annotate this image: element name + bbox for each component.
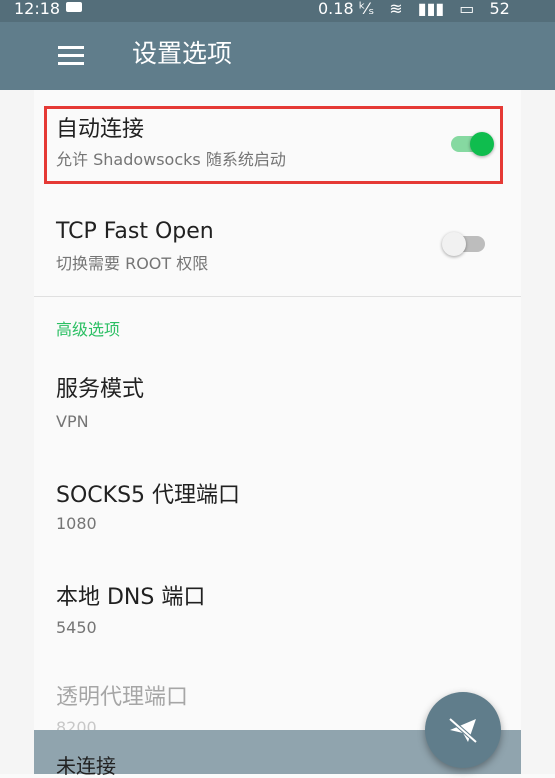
divider bbox=[34, 296, 521, 297]
pref-tcp-fast-open[interactable]: TCP Fast Open 切换需要 ROOT 权限 bbox=[34, 210, 521, 284]
pref-value: 5450 bbox=[56, 618, 97, 637]
net-speed: 0.18 ᵏ⁄ₛ bbox=[318, 0, 375, 18]
wifi-icon: ≋ bbox=[389, 0, 403, 18]
pref-title: 透明代理端口 bbox=[56, 685, 189, 710]
status-right: 0.18 ᵏ⁄ₛ ≋ ▮▮▮ ▭ 52 bbox=[318, 0, 520, 18]
pref-service-mode[interactable]: 服务模式 VPN bbox=[34, 372, 521, 448]
category-advanced: 高级选项 bbox=[56, 320, 121, 339]
pref-title: 本地 DNS 端口 bbox=[56, 585, 206, 610]
pref-title: 服务模式 bbox=[56, 377, 145, 402]
status-time: 12:18 bbox=[14, 0, 61, 18]
pref-local-dns-port[interactable]: 本地 DNS 端口 5450 bbox=[34, 582, 521, 658]
paper-plane-off-icon bbox=[448, 717, 478, 744]
pref-value: VPN bbox=[56, 412, 89, 431]
pref-summary: 切换需要 ROOT 权限 bbox=[56, 254, 209, 273]
app-bar: 设置选项 bbox=[0, 22, 555, 90]
signal-icon: ▮▮▮ bbox=[417, 0, 445, 18]
pref-title: SOCKS5 代理端口 bbox=[56, 483, 241, 508]
right-margin bbox=[521, 90, 555, 774]
menu-icon[interactable] bbox=[58, 46, 84, 66]
message-icon bbox=[66, 2, 82, 12]
pref-socks5-port[interactable]: SOCKS5 代理端口 1080 bbox=[34, 478, 521, 554]
battery-level: 52 bbox=[489, 0, 510, 18]
page-title: 设置选项 bbox=[132, 39, 233, 68]
pref-value: 1080 bbox=[56, 514, 97, 533]
connection-status: 未连接 bbox=[56, 754, 116, 778]
tcp-fast-open-switch[interactable] bbox=[442, 226, 488, 262]
highlight-box bbox=[44, 106, 503, 184]
pref-title: TCP Fast Open bbox=[56, 219, 214, 244]
status-bar: 12:18 0.18 ᵏ⁄ₛ ≋ ▮▮▮ ▭ 52 bbox=[0, 0, 555, 22]
battery-icon: ▭ bbox=[459, 0, 475, 18]
left-margin bbox=[0, 90, 34, 774]
connect-fab[interactable] bbox=[425, 692, 501, 768]
